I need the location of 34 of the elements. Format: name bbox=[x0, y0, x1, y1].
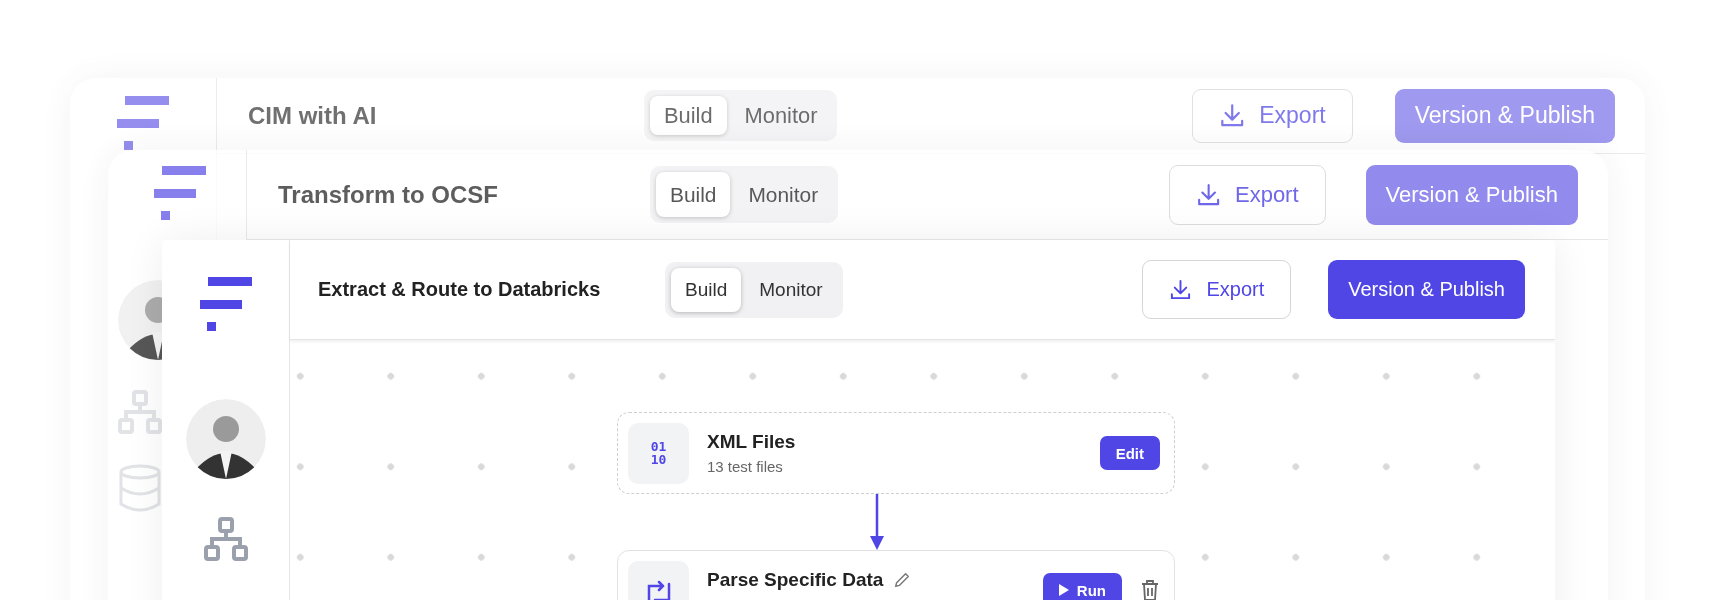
view-tab[interactable]: Build bbox=[650, 96, 727, 135]
node-subtitle: 13 test files bbox=[707, 458, 784, 475]
trash-icon[interactable] bbox=[1140, 579, 1160, 600]
download-icon bbox=[1169, 278, 1193, 301]
export-button[interactable]: Export bbox=[1168, 164, 1326, 225]
view-tab[interactable]: Monitor bbox=[734, 172, 833, 217]
pipeline-title: Extract & Route to Databricks bbox=[318, 278, 602, 301]
edit-button[interactable]: Edit bbox=[1099, 436, 1160, 470]
pencil-icon[interactable] bbox=[893, 571, 912, 589]
node-title: Parse Specific Data bbox=[707, 569, 884, 591]
download-icon bbox=[1218, 102, 1246, 129]
view-tab[interactable]: Monitor bbox=[730, 96, 832, 135]
pipeline-node[interactable]: 01 10 XML Files 13 test files Edit bbox=[617, 412, 1175, 494]
logo-icon bbox=[199, 277, 252, 331]
pipeline-title: CIM with AI bbox=[248, 101, 378, 130]
run-button[interactable]: Run bbox=[1042, 573, 1122, 600]
download-icon bbox=[1195, 181, 1221, 208]
view-tab[interactable]: Monitor bbox=[745, 267, 837, 312]
logo-icon bbox=[117, 96, 169, 150]
database-icon[interactable] bbox=[118, 464, 162, 512]
pipeline-title: Transform to OCSF bbox=[278, 180, 500, 209]
view-tab[interactable]: Build bbox=[671, 267, 742, 312]
node-title: XML Files bbox=[707, 431, 796, 453]
flow-arrow bbox=[867, 494, 887, 550]
export-button[interactable]: Export bbox=[1142, 260, 1292, 319]
pipeline-node[interactable]: Parse Specific Data Run bbox=[617, 550, 1175, 600]
binary-icon: 01 10 bbox=[628, 422, 689, 484]
play-icon bbox=[1058, 584, 1069, 596]
view-tab[interactable]: Build bbox=[656, 172, 731, 217]
export-button[interactable]: Export bbox=[1191, 88, 1353, 143]
publish-button[interactable]: Version & Publish bbox=[1328, 260, 1525, 319]
sitemap-icon[interactable] bbox=[118, 390, 162, 434]
logo-icon bbox=[154, 166, 206, 220]
sitemap-icon[interactable] bbox=[203, 517, 248, 561]
